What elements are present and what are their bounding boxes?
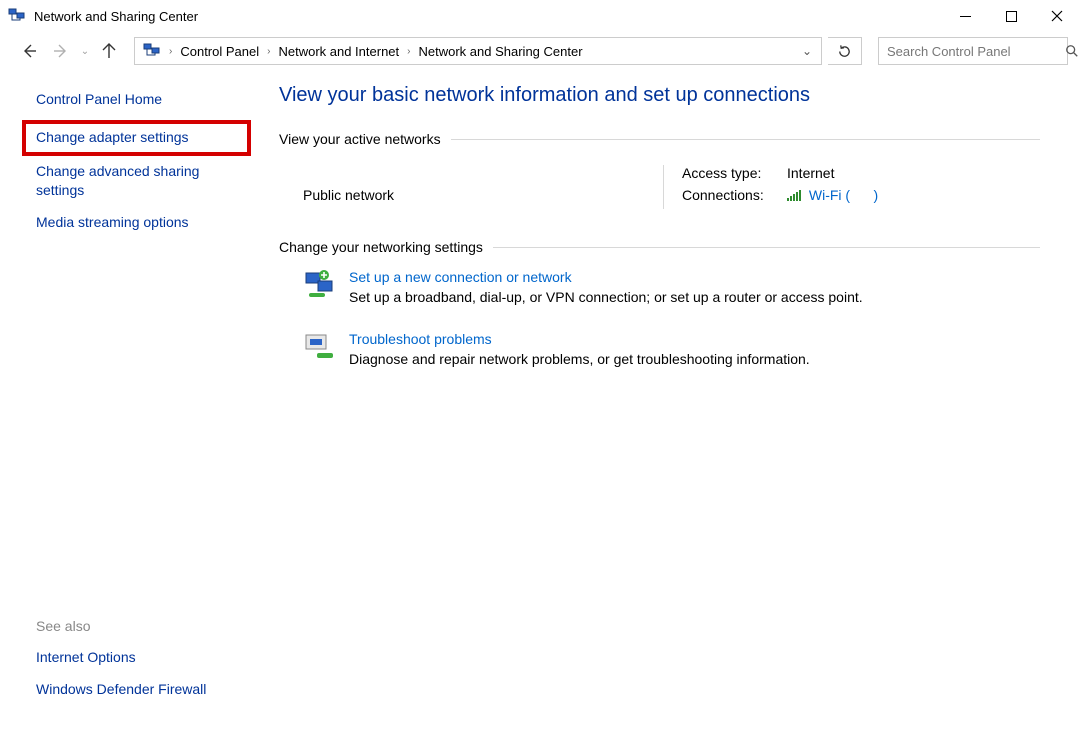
- setting-troubleshoot: Troubleshoot problems Diagnose and repai…: [303, 331, 1040, 367]
- wifi-signal-icon: [787, 189, 801, 201]
- window-title: Network and Sharing Center: [34, 9, 198, 24]
- setup-connection-link[interactable]: Set up a new connection or network: [349, 269, 863, 285]
- close-button[interactable]: [1034, 0, 1080, 32]
- refresh-button[interactable]: [828, 37, 862, 65]
- network-center-icon: [8, 7, 26, 25]
- page-heading: View your basic network information and …: [279, 84, 1040, 107]
- maximize-button[interactable]: [988, 0, 1034, 32]
- section-active-networks: View your active networks: [279, 131, 1040, 147]
- section-label: View your active networks: [279, 131, 451, 147]
- section-divider: [493, 247, 1040, 248]
- title-bar: Network and Sharing Center: [0, 0, 1080, 32]
- sidebar-link-change-adapter[interactable]: Change adapter settings: [36, 128, 237, 146]
- sidebar-link-advanced-sharing[interactable]: Change advanced sharing settings: [36, 162, 237, 198]
- window-controls: [942, 0, 1080, 32]
- setup-connection-icon: [303, 269, 335, 301]
- section-change-settings: Change your networking settings: [279, 239, 1040, 255]
- sidebar-link-media-streaming[interactable]: Media streaming options: [36, 213, 237, 231]
- network-details: Access type: Internet Connections: Wi-Fi…: [663, 165, 878, 209]
- setting-setup-connection: Set up a new connection or network Set u…: [303, 269, 1040, 305]
- chevron-right-icon[interactable]: ›: [167, 46, 174, 57]
- up-button[interactable]: [96, 38, 122, 64]
- connection-link[interactable]: Wi-Fi ( ): [809, 187, 878, 203]
- see-also-heading: See also: [36, 618, 237, 634]
- connections-key: Connections:: [682, 187, 787, 203]
- setup-connection-desc: Set up a broadband, dial-up, or VPN conn…: [349, 289, 863, 305]
- breadcrumb-control-panel[interactable]: Control Panel: [176, 44, 263, 59]
- sidebar-link-defender[interactable]: Windows Defender Firewall: [36, 680, 237, 698]
- access-type-value: Internet: [787, 165, 834, 181]
- search-box[interactable]: [878, 37, 1068, 65]
- see-also-block: See also Internet Options Windows Defend…: [36, 618, 237, 712]
- troubleshoot-icon: [303, 331, 335, 363]
- chevron-right-icon[interactable]: ›: [265, 46, 272, 57]
- chevron-right-icon[interactable]: ›: [405, 46, 412, 57]
- breadcrumb-network-sharing[interactable]: Network and Sharing Center: [415, 44, 587, 59]
- main-content: View your basic network information and …: [255, 70, 1080, 742]
- forward-button[interactable]: [48, 38, 74, 64]
- sidebar-link-cp-home[interactable]: Control Panel Home: [36, 90, 237, 108]
- breadcrumb-network-internet[interactable]: Network and Internet: [274, 44, 403, 59]
- section-label: Change your networking settings: [279, 239, 493, 255]
- sidebar-link-internet-options[interactable]: Internet Options: [36, 648, 237, 666]
- address-dropdown-icon[interactable]: ⌄: [797, 44, 817, 58]
- section-divider: [451, 139, 1040, 140]
- sidebar: Control Panel Home Change adapter settin…: [0, 70, 255, 742]
- search-input[interactable]: [885, 43, 1065, 60]
- address-bar[interactable]: › Control Panel › Network and Internet ›…: [134, 37, 822, 65]
- access-type-key: Access type:: [682, 165, 787, 181]
- search-icon[interactable]: [1065, 44, 1079, 58]
- network-center-icon: [143, 42, 161, 60]
- troubleshoot-desc: Diagnose and repair network problems, or…: [349, 351, 810, 367]
- troubleshoot-link[interactable]: Troubleshoot problems: [349, 331, 810, 347]
- connections-value[interactable]: Wi-Fi ( ): [787, 187, 878, 203]
- active-network-row: Public network Access type: Internet Con…: [303, 165, 1040, 209]
- network-type-label: Public network: [303, 165, 663, 209]
- minimize-button[interactable]: [942, 0, 988, 32]
- recent-locations-dropdown[interactable]: ⌄: [80, 46, 90, 57]
- back-button[interactable]: [16, 38, 42, 64]
- toolbar: ⌄ › Control Panel › Network and Internet…: [0, 32, 1080, 70]
- highlighted-link-box: Change adapter settings: [22, 120, 251, 156]
